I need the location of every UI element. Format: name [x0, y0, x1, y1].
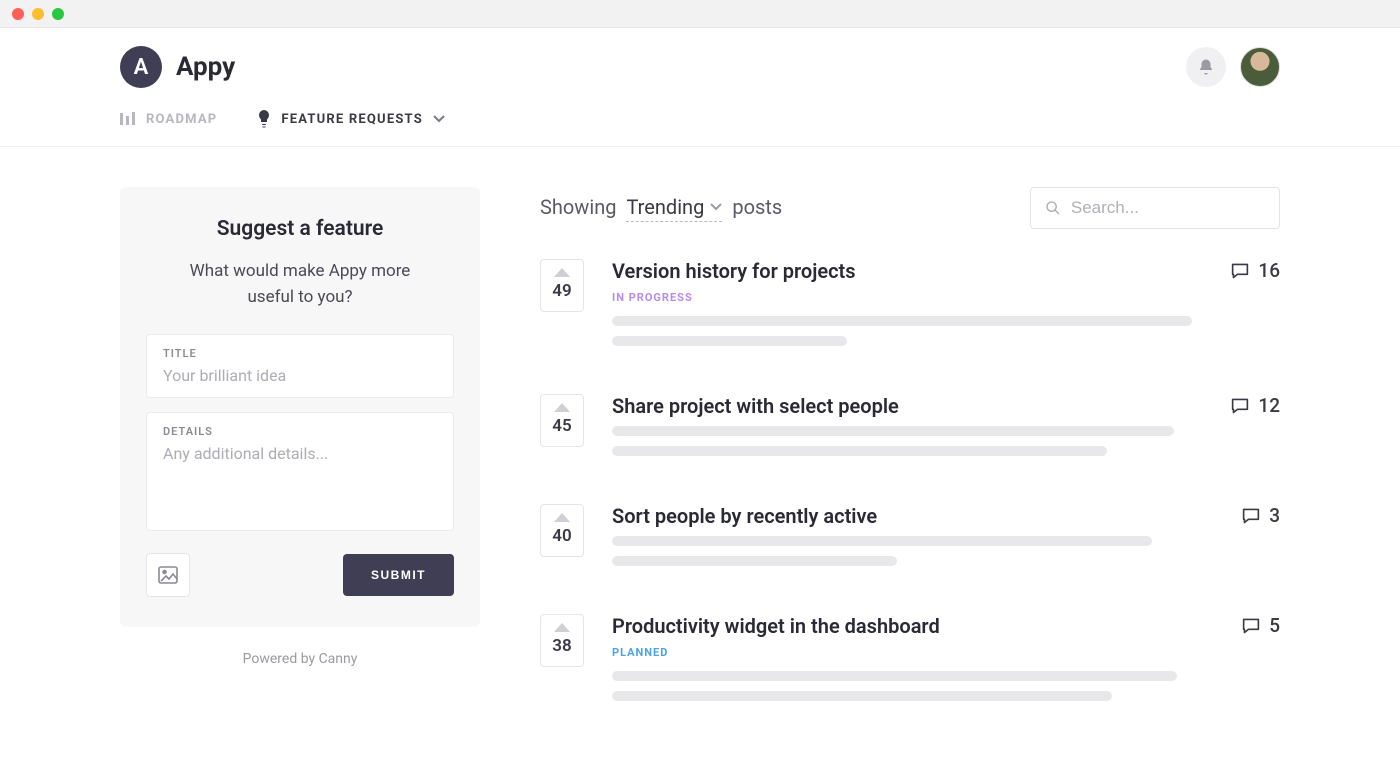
comments-link[interactable]: 12	[1230, 394, 1280, 417]
upvote-icon	[554, 623, 570, 632]
vote-button[interactable]: 38	[540, 614, 584, 667]
details-field: Details	[146, 412, 454, 531]
brand[interactable]: A Appy	[120, 46, 235, 88]
post-excerpt-line	[612, 556, 897, 566]
tab-feature-requests[interactable]: Feature Requests	[257, 110, 445, 128]
post-excerpt-line	[612, 536, 1152, 546]
sort-dropdown[interactable]: Trending	[626, 195, 722, 222]
upvote-icon	[554, 513, 570, 522]
post-item[interactable]: 49 Version history for projects In Progr…	[540, 259, 1280, 356]
bell-icon	[1197, 58, 1215, 76]
image-icon	[158, 566, 178, 584]
post-item[interactable]: 45 Share project with select people 12	[540, 394, 1280, 466]
comment-icon	[1241, 617, 1261, 635]
vote-button[interactable]: 45	[540, 394, 584, 447]
vote-count: 45	[552, 416, 571, 436]
comment-count: 12	[1258, 394, 1280, 417]
comment-count: 3	[1269, 504, 1280, 527]
vote-count: 49	[552, 281, 571, 301]
tab-feature-requests-label: Feature Requests	[281, 112, 423, 127]
details-input[interactable]	[163, 444, 437, 514]
search-icon	[1045, 199, 1061, 217]
window-titlebar	[0, 0, 1400, 28]
comment-count: 16	[1258, 259, 1280, 282]
upvote-icon	[554, 268, 570, 277]
post-title: Sort people by recently active	[612, 504, 877, 528]
suggest-feature-panel: Suggest a feature What would make Appy m…	[120, 187, 480, 627]
notifications-button[interactable]	[1186, 47, 1226, 87]
window-close-button[interactable]	[12, 8, 24, 20]
title-label: Title	[163, 347, 437, 360]
post-title: Share project with select people	[612, 394, 899, 418]
post-item[interactable]: 38 Productivity widget in the dashboard …	[540, 614, 1280, 711]
roadmap-icon	[120, 112, 136, 126]
chevron-down-icon	[710, 203, 722, 211]
post-excerpt-line	[612, 446, 1107, 456]
vote-button[interactable]: 49	[540, 259, 584, 312]
post-title: Version history for projects	[612, 259, 856, 283]
comment-count: 5	[1269, 614, 1280, 637]
vote-count: 40	[552, 526, 571, 546]
attach-image-button[interactable]	[146, 553, 190, 597]
search-input[interactable]	[1071, 198, 1265, 218]
post-status: Planned	[612, 646, 940, 659]
submit-button[interactable]: Submit	[343, 554, 454, 596]
window-maximize-button[interactable]	[52, 8, 64, 20]
comments-link[interactable]: 3	[1241, 504, 1280, 527]
brand-logo: A	[120, 46, 162, 88]
comments-link[interactable]: 5	[1241, 614, 1280, 637]
brand-name: Appy	[176, 52, 235, 82]
sort-value: Trending	[626, 195, 704, 219]
search-box[interactable]	[1030, 187, 1280, 229]
details-label: Details	[163, 425, 437, 438]
powered-by-link[interactable]: Powered by Canny	[120, 651, 480, 667]
vote-count: 38	[552, 636, 571, 656]
title-field: Title	[146, 334, 454, 398]
chevron-down-icon	[433, 115, 445, 123]
suggest-title: Suggest a feature	[217, 217, 384, 241]
showing-suffix: posts	[732, 195, 782, 219]
tab-roadmap[interactable]: Roadmap	[120, 112, 217, 127]
post-status: In Progress	[612, 291, 856, 304]
post-excerpt-line	[612, 691, 1112, 701]
comment-icon	[1230, 262, 1250, 280]
post-item[interactable]: 40 Sort people by recently active 3	[540, 504, 1280, 576]
vote-button[interactable]: 40	[540, 504, 584, 557]
comment-icon	[1241, 507, 1261, 525]
post-excerpt-line	[612, 336, 847, 346]
post-excerpt-line	[612, 426, 1174, 436]
suggest-subtitle: What would make Appy more useful to you?	[170, 259, 430, 310]
feed-showing-text: Showing Trending posts	[540, 195, 782, 222]
window-minimize-button[interactable]	[32, 8, 44, 20]
title-input[interactable]	[163, 366, 437, 385]
comments-link[interactable]: 16	[1230, 259, 1280, 282]
upvote-icon	[554, 403, 570, 412]
showing-prefix: Showing	[540, 195, 616, 219]
post-title: Productivity widget in the dashboard	[612, 614, 940, 638]
post-excerpt-line	[612, 671, 1177, 681]
comment-icon	[1230, 397, 1250, 415]
lightbulb-icon	[257, 110, 271, 128]
tab-roadmap-label: Roadmap	[146, 112, 217, 127]
post-excerpt-line	[612, 316, 1192, 326]
user-avatar[interactable]	[1240, 47, 1280, 87]
